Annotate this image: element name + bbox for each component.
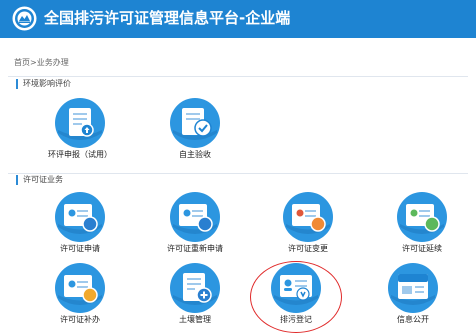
certificate-apply-icon <box>54 191 106 243</box>
tile-label: 信息公开 <box>397 315 429 324</box>
check-document-icon <box>169 97 221 149</box>
tile-label: 自主验收 <box>179 150 211 159</box>
soil-management-icon <box>169 262 221 314</box>
tile-label: 许可证重新申请 <box>167 244 223 253</box>
pollution-registration-icon <box>270 262 322 314</box>
tile-label: 排污登记 <box>280 315 312 324</box>
info-disclosure-icon <box>387 262 439 314</box>
tile-label: 土壤管理 <box>179 315 211 324</box>
header-bar: 全国排污许可证管理信息平台-企业端 <box>0 0 476 38</box>
upload-document-icon <box>54 97 106 149</box>
app-title: 全国排污许可证管理信息平台-企业端 <box>44 9 291 27</box>
tile-label: 环评申报（试用） <box>48 150 112 159</box>
section-divider <box>8 173 468 174</box>
tile-label: 许可证变更 <box>288 244 328 253</box>
section-title-eia: 环境影响评价 <box>16 79 71 89</box>
tile-label: 许可证申请 <box>60 244 100 253</box>
certificate-reissue-icon <box>54 262 106 314</box>
tile-label: 许可证补办 <box>60 315 100 324</box>
breadcrumb-home-link[interactable]: 首页 <box>14 58 30 67</box>
tile-label: 许可证延续 <box>402 244 442 253</box>
certificate-extend-icon <box>396 191 448 243</box>
breadcrumb: 首页>业务办理 <box>14 57 69 68</box>
section-divider <box>8 76 468 77</box>
certificate-reapply-icon <box>169 191 221 243</box>
breadcrumb-separator: > <box>30 58 37 67</box>
certificate-change-icon <box>282 191 334 243</box>
section-title-permit: 许可证业务 <box>16 175 63 185</box>
platform-logo-icon <box>12 6 37 31</box>
breadcrumb-current: 业务办理 <box>36 58 69 67</box>
